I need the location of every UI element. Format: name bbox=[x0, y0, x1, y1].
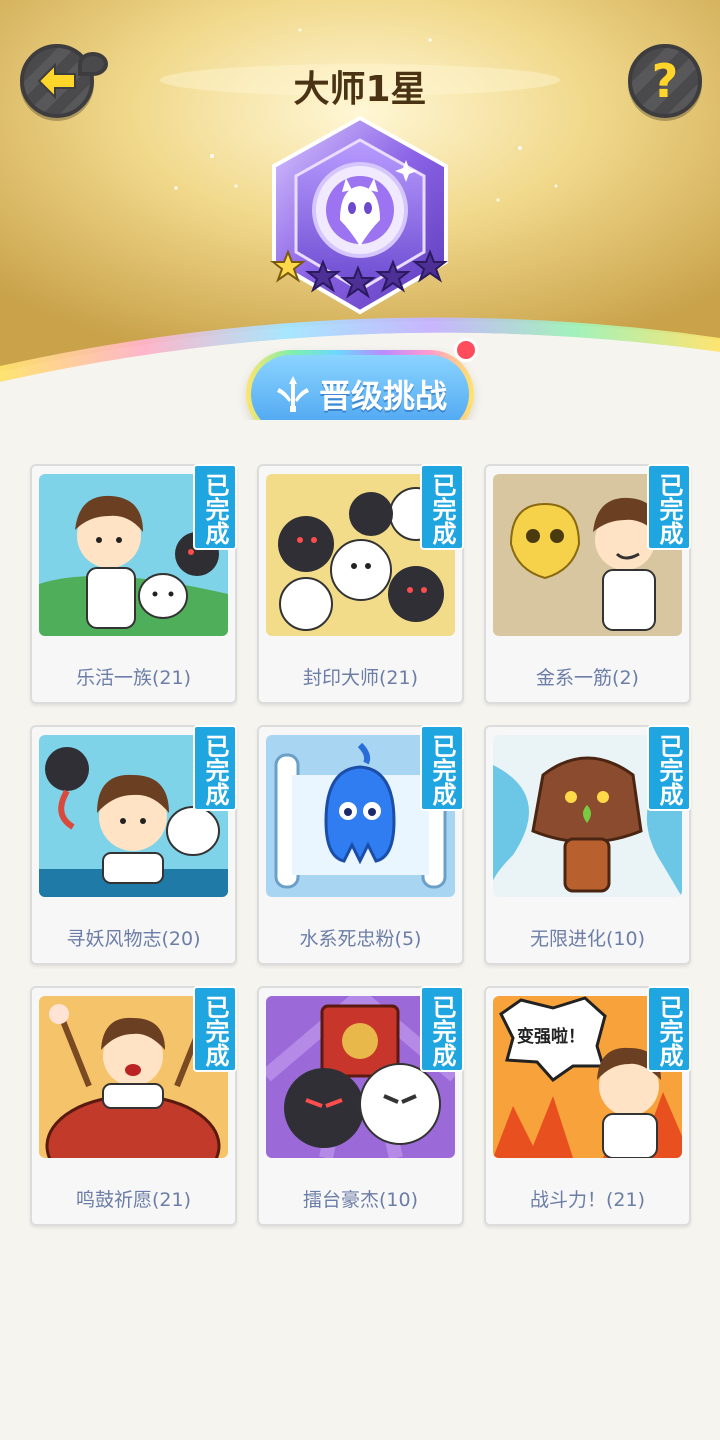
achievement-card[interactable]: 已完成 鸣鼓祈愿(21) bbox=[30, 986, 237, 1226]
completed-tag: 已完成 bbox=[647, 986, 691, 1072]
completed-tag: 已完成 bbox=[420, 986, 464, 1072]
completed-tag: 已完成 bbox=[420, 464, 464, 550]
achievement-label: 鸣鼓祈愿(21) bbox=[75, 1189, 191, 1211]
achievement-label: 擂台豪杰(10) bbox=[302, 1189, 418, 1211]
achievement-card[interactable]: 已完成 寻妖风物志(20) bbox=[30, 725, 237, 965]
achievement-label: 水系死忠粉(5) bbox=[299, 928, 422, 950]
achievement-card[interactable]: 已完成 封印大师(21) bbox=[257, 464, 464, 704]
achievement-card[interactable]: 变强啦！ 已完成 战斗力！(21) bbox=[484, 986, 691, 1226]
completed-tag: 已完成 bbox=[420, 725, 464, 811]
achievement-label: 战斗力！(21) bbox=[529, 1189, 645, 1211]
completed-tag: 已完成 bbox=[193, 725, 237, 811]
question-icon: ? bbox=[651, 54, 679, 108]
achievement-label: 无限进化(10) bbox=[529, 928, 645, 950]
completed-tag: 已完成 bbox=[647, 464, 691, 550]
achievement-card[interactable]: 已完成 水系死忠粉(5) bbox=[257, 725, 464, 965]
rank-title: 大师1星 bbox=[293, 69, 427, 110]
achievement-label: 寻妖风物志(20) bbox=[66, 928, 201, 950]
completed-tag: 已完成 bbox=[647, 725, 691, 811]
achievement-card[interactable]: 已完成 乐活一族(21) bbox=[30, 464, 237, 704]
boost-text: 变强啦！ bbox=[517, 1026, 585, 1047]
promotion-challenge-button[interactable]: 晋级挑战 bbox=[246, 350, 474, 420]
challenge-label: 晋级挑战 bbox=[318, 377, 447, 415]
notification-dot bbox=[454, 338, 478, 362]
help-button[interactable]: ? bbox=[628, 44, 702, 118]
achievement-label: 乐活一族(21) bbox=[75, 667, 191, 689]
achievement-label: 封印大师(21) bbox=[302, 667, 418, 689]
achievement-card[interactable]: 已完成 无限进化(10) bbox=[484, 725, 691, 965]
rank-header: 大师1星 ? 晋级挑战 bbox=[0, 0, 720, 420]
sword-icon bbox=[276, 376, 309, 412]
achievement-grid: 已完成 乐活一族(21) 已完成 封印大师(21) 已完成 金系一筋(2) 已完… bbox=[30, 464, 691, 1226]
completed-tag: 已完成 bbox=[193, 464, 237, 550]
achievement-card[interactable]: 已完成 金系一筋(2) bbox=[484, 464, 691, 704]
achievement-label: 金系一筋(2) bbox=[536, 667, 639, 689]
rank-badge bbox=[270, 115, 448, 315]
completed-tag: 已完成 bbox=[193, 986, 237, 1072]
achievement-card[interactable]: 已完成 擂台豪杰(10) bbox=[257, 986, 464, 1226]
